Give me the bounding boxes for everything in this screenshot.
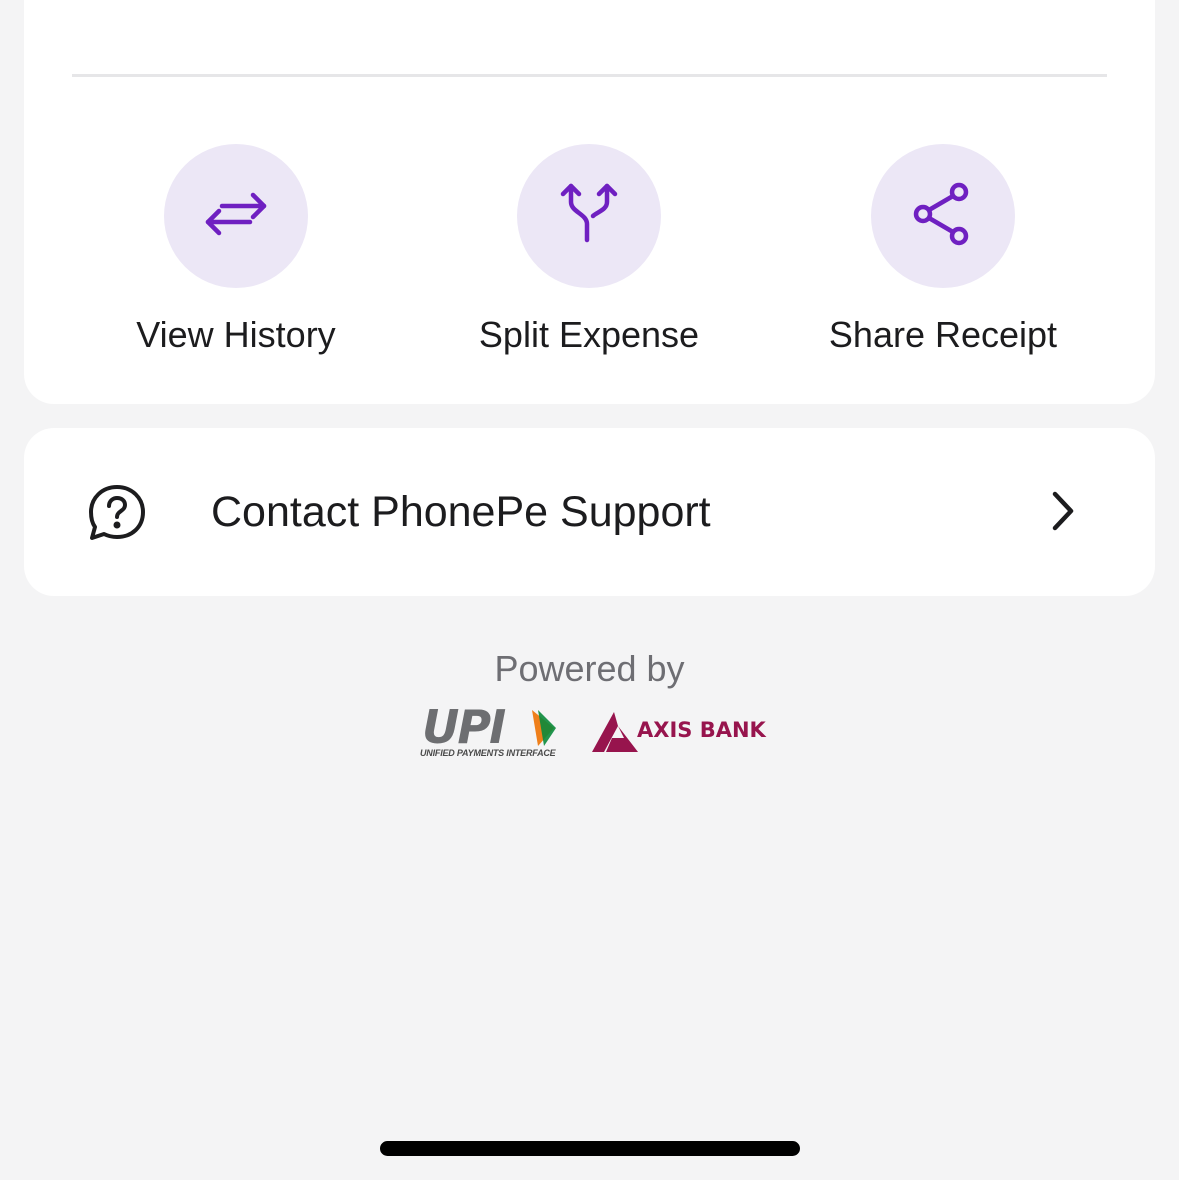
powered-by-text: Powered by bbox=[494, 648, 685, 689]
quick-actions: View History Split Expense Share Receipt bbox=[24, 144, 1155, 364]
help-chat-icon bbox=[88, 484, 146, 547]
axis-bank-mark-icon bbox=[592, 712, 638, 757]
contact-support-row[interactable]: Contact PhonePe Support bbox=[24, 428, 1155, 596]
upi-logo-word: UPI bbox=[422, 700, 506, 754]
chevron-right-icon bbox=[1050, 490, 1076, 537]
upi-arrow-icon bbox=[528, 710, 556, 751]
share-receipt-button[interactable]: Share Receipt bbox=[793, 144, 1093, 364]
view-history-label: View History bbox=[136, 314, 336, 355]
upi-logo: UPI UNIFIED PAYMENTS INTERFACE bbox=[418, 700, 558, 762]
share-icon bbox=[911, 182, 975, 251]
transaction-details-card: UTR: 2409/369 4256 View History bbox=[24, 0, 1155, 404]
split-expense-label: Split Expense bbox=[478, 314, 700, 355]
split-expense-button[interactable]: Split Expense bbox=[439, 144, 739, 364]
share-receipt-label: Share Receipt bbox=[828, 314, 1058, 355]
swap-arrows-icon bbox=[204, 182, 268, 251]
home-indicator[interactable] bbox=[380, 1141, 800, 1156]
split-arrows-icon bbox=[557, 182, 621, 251]
axis-bank-logo: AXIS BANK bbox=[592, 710, 766, 757]
utr-row: UTR: 2409/369 4256 bbox=[72, 0, 1107, 12]
divider bbox=[72, 74, 1107, 77]
utr-text: UTR: 2409/369 4256 bbox=[222, 0, 611, 9]
view-history-button[interactable]: View History bbox=[86, 144, 386, 364]
support-label: Contact PhonePe Support bbox=[211, 488, 711, 536]
upi-subtitle: UNIFIED PAYMENTS INTERFACE bbox=[420, 748, 556, 758]
axis-bank-name: AXIS BANK bbox=[637, 718, 766, 742]
